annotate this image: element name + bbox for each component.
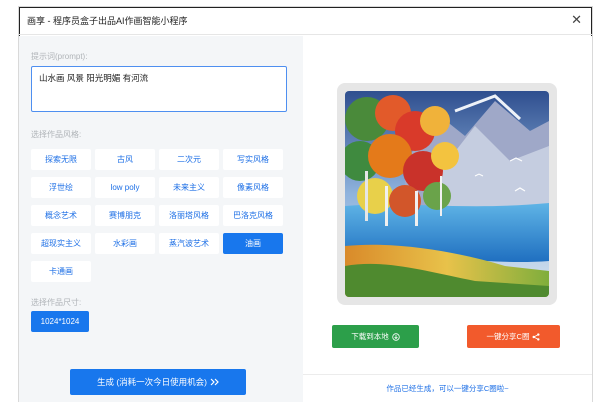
window-title: 画享 - 程序员盒子出品AI作画智能小程序: [27, 16, 188, 26]
style-option-futurism[interactable]: 未来主义: [159, 177, 219, 198]
style-option-anime[interactable]: 二次元: [159, 149, 219, 170]
generate-button[interactable]: 生成 (消耗一次今日使用机会): [70, 369, 246, 395]
generated-oil-painting-image: [345, 91, 549, 297]
style-label: 选择作品风格:: [31, 130, 82, 139]
style-option-watercolor[interactable]: 水彩画: [95, 233, 155, 254]
style-option-ukiyoe[interactable]: 浮世绘: [31, 177, 91, 198]
share-button-label: 一键分享C圈: [486, 332, 530, 341]
app-window: 画享 - 程序员盒子出品AI作画智能小程序 ✕ 提示词(prompt): 山水画…: [18, 6, 593, 402]
style-option-ancient[interactable]: 古风: [95, 149, 155, 170]
generate-button-label: 生成 (消耗一次今日使用机会): [96, 377, 208, 387]
result-panel: 下载到本地 一键分享C圈 作品已经生成，可以一键分享C圈啦~: [303, 36, 592, 402]
size-label: 选择作品尺寸:: [31, 298, 82, 307]
style-option-pixel[interactable]: 像素风格: [223, 177, 283, 198]
double-chevron-right-icon: [210, 378, 219, 386]
result-image-card: [337, 83, 557, 305]
style-option-realistic[interactable]: 写实风格: [223, 149, 283, 170]
download-circle-icon: [392, 332, 400, 341]
prompt-label: 提示词(prompt):: [31, 52, 88, 61]
style-option-cyberpunk[interactable]: 赛博朋克: [95, 205, 155, 226]
style-option-low-poly[interactable]: low poly: [95, 177, 155, 198]
style-option-explore[interactable]: 探索无限: [31, 149, 91, 170]
share-button[interactable]: 一键分享C圈: [467, 325, 560, 348]
style-option-vaporwave[interactable]: 蒸汽波艺术: [159, 233, 219, 254]
style-option-oil-painting[interactable]: 油画: [223, 233, 283, 254]
style-option-cartoon[interactable]: 卡通画: [31, 261, 91, 282]
size-option-1024[interactable]: 1024*1024: [31, 311, 89, 332]
share-icon: [532, 332, 540, 341]
style-option-lolita[interactable]: 洛丽塔风格: [159, 205, 219, 226]
title-bar: 画享 - 程序员盒子出品AI作画智能小程序 ✕: [19, 7, 592, 35]
download-button[interactable]: 下载到本地: [332, 325, 419, 348]
style-option-baroque[interactable]: 巴洛克风格: [223, 205, 283, 226]
style-option-surrealism[interactable]: 超现实主义: [31, 233, 91, 254]
status-message: 作品已经生成，可以一键分享C圈啦~: [303, 374, 592, 402]
close-icon[interactable]: ✕: [571, 13, 582, 27]
download-button-label: 下载到本地: [351, 332, 389, 341]
style-option-concept-art[interactable]: 概念艺术: [31, 205, 91, 226]
settings-panel: 提示词(prompt): 山水画 风景 阳光明媚 有河流 选择作品风格: 探索无…: [19, 36, 303, 402]
prompt-input[interactable]: 山水画 风景 阳光明媚 有河流: [31, 66, 287, 112]
status-text: 作品已经生成，可以一键分享C圈啦~: [386, 384, 509, 393]
